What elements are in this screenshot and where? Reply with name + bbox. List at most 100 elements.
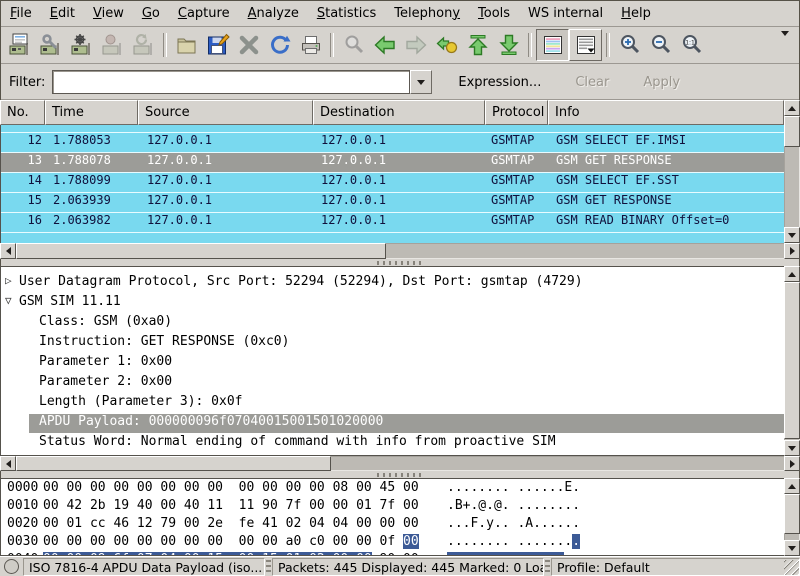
column-header-no[interactable]: No. [0, 100, 45, 125]
go-to-packet-icon[interactable] [431, 30, 462, 60]
go-to-top-icon[interactable] [462, 30, 493, 60]
scroll-thumb[interactable] [784, 116, 800, 147]
menu-edit[interactable]: Edit [41, 2, 84, 25]
statusbar-grip[interactable] [266, 560, 271, 574]
details-hscrollbar[interactable] [0, 456, 800, 471]
zoom-in-icon[interactable] [614, 30, 645, 60]
detail-line[interactable]: ▽GSM SIM 11.11 [1, 294, 784, 314]
print-icon[interactable] [295, 30, 326, 60]
clear-button[interactable]: Clear [567, 72, 617, 93]
capture-start-icon[interactable] [66, 30, 97, 60]
go-forward-icon[interactable] [400, 30, 431, 60]
menu-telephony[interactable]: Telephony [385, 2, 469, 25]
selected-ascii[interactable]: . [572, 534, 580, 549]
menu-statistics[interactable]: Statistics [308, 2, 385, 25]
packet-row[interactable]: 16 2.063982 127.0.0.1 127.0.0.1 GSMTAP G… [1, 213, 784, 233]
scroll-thumb[interactable] [16, 456, 331, 471]
save-file-icon[interactable] [202, 30, 233, 60]
scroll-left-button[interactable] [0, 456, 16, 471]
menu-ws-internal[interactable]: WS internal [519, 2, 612, 25]
detail-line[interactable]: Class: GSM (0xa0) [1, 314, 784, 334]
list-interfaces-icon[interactable] [4, 30, 35, 60]
scroll-up-button[interactable] [784, 266, 800, 282]
find-packet-icon[interactable] [338, 30, 369, 60]
column-header-info[interactable]: Info [548, 100, 784, 125]
hex-row[interactable]: 002000 01 cc 46 12 79 00 2e fe 41 02 04 … [1, 516, 784, 534]
scroll-down-button[interactable] [784, 227, 800, 243]
column-header-source[interactable]: Source [138, 100, 313, 125]
expert-info-icon[interactable] [4, 559, 19, 574]
scroll-up-button[interactable] [784, 100, 800, 116]
menu-view[interactable]: View [84, 2, 133, 25]
capture-restart-icon[interactable] [128, 30, 159, 60]
detail-line[interactable]: Parameter 2: 0x00 [1, 374, 784, 394]
pane-splitter[interactable] [0, 259, 800, 266]
packet-bytes-pane: 000000 00 00 00 00 00 00 00 00 00 00 00 … [0, 478, 784, 556]
hex-row[interactable]: 001000 42 2b 19 40 00 40 11 11 90 7f 00 … [1, 498, 784, 516]
detail-line[interactable]: Status Word: Normal ending of command wi… [1, 434, 784, 454]
detail-line[interactable]: Internet Protocol, Src: 127.0.0.1 (127.0… [1, 266, 784, 274]
statusbar-grip[interactable] [545, 560, 550, 574]
scroll-right-button[interactable] [784, 456, 800, 471]
menu-capture[interactable]: Capture [169, 2, 239, 25]
selected-byte[interactable]: 00 [403, 534, 419, 549]
packet-row-partial[interactable] [1, 233, 784, 243]
filter-input[interactable] [52, 70, 410, 94]
scroll-thumb[interactable] [784, 494, 800, 534]
packet-row-selected[interactable]: 13 1.788078 127.0.0.1 127.0.0.1 GSMTAP G… [1, 153, 784, 173]
scroll-down-button[interactable] [784, 440, 800, 456]
open-file-icon[interactable] [171, 30, 202, 60]
close-capture-icon[interactable] [233, 30, 264, 60]
scroll-up-button[interactable] [784, 478, 800, 494]
detail-line[interactable]: Parameter 1: 0x00 [1, 354, 784, 374]
scroll-down-button[interactable] [784, 540, 800, 556]
packet-row[interactable]: 11 1.788031 127.0.0.1 127.0.0.1 GSMTAP G… [1, 125, 784, 133]
reload-icon[interactable] [264, 30, 295, 60]
colorize-icon[interactable] [536, 29, 569, 61]
menu-help[interactable]: Help [612, 2, 660, 25]
packet-list-vscrollbar[interactable] [784, 100, 800, 243]
detail-line[interactable]: Length (Parameter 3): 0x0f [1, 394, 784, 414]
scroll-left-button[interactable] [0, 243, 16, 259]
expander-collapsed-icon[interactable]: ▷ [5, 274, 12, 287]
menu-go[interactable]: Go [133, 2, 169, 25]
hex-row[interactable]: 000000 00 00 00 00 00 00 00 00 00 00 00 … [1, 480, 784, 498]
packet-list-hscrollbar[interactable] [0, 243, 800, 259]
status-profile[interactable]: Profile: Default [551, 558, 800, 576]
packet-row[interactable]: 14 1.788099 127.0.0.1 127.0.0.1 GSMTAP G… [1, 173, 784, 193]
go-back-icon[interactable] [369, 30, 400, 60]
scroll-thumb[interactable] [16, 243, 386, 259]
window-resize-grip[interactable] [784, 560, 799, 575]
column-header-protocol[interactable]: Protocol [485, 100, 548, 125]
menu-file[interactable]: File [1, 2, 41, 25]
capture-stop-icon[interactable] [97, 30, 128, 60]
toolbar-overflow-caret-icon[interactable] [781, 36, 789, 55]
expander-expanded-icon[interactable]: ▽ [5, 294, 12, 307]
packet-row[interactable]: 15 2.063939 127.0.0.1 127.0.0.1 GSMTAP G… [1, 193, 784, 213]
detail-line[interactable]: Instruction: GET RESPONSE (0xc0) [1, 334, 784, 354]
menu-tools[interactable]: Tools [469, 2, 519, 25]
auto-scroll-icon[interactable] [569, 29, 602, 61]
svg-text:1:1: 1:1 [685, 39, 695, 46]
apply-button[interactable]: Apply [635, 72, 688, 93]
capture-options-icon[interactable] [35, 30, 66, 60]
zoom-original-icon[interactable]: 1:1 [676, 30, 707, 60]
detail-line-selected[interactable]: APDU Payload: 000000096f0704001500150102… [1, 414, 784, 434]
hex-row[interactable]: 003000 00 00 00 00 00 00 00 00 00 a0 c0 … [1, 534, 784, 552]
expression-button[interactable]: Expression... [450, 72, 549, 93]
bytes-vscrollbar[interactable] [784, 478, 800, 556]
filter-toolbar: Filter: Expression... Clear Apply [1, 65, 799, 100]
detail-line[interactable]: ▷User Datagram Protocol, Src Port: 52294… [1, 274, 784, 294]
zoom-out-icon[interactable] [645, 30, 676, 60]
go-to-bottom-icon[interactable] [493, 30, 524, 60]
scroll-right-button[interactable] [784, 243, 800, 259]
status-packet-counts: Packets: 445 Displayed: 445 Marked: 0 Lo… [272, 558, 544, 576]
filter-dropdown-button[interactable] [410, 70, 432, 94]
details-vscrollbar[interactable] [784, 266, 800, 456]
column-header-destination[interactable]: Destination [313, 100, 485, 125]
packet-row[interactable]: 12 1.788053 127.0.0.1 127.0.0.1 GSMTAP G… [1, 133, 784, 153]
menu-analyze[interactable]: Analyze [239, 2, 308, 25]
scroll-thumb[interactable] [784, 282, 800, 439]
pane-splitter[interactable] [0, 471, 800, 478]
column-header-time[interactable]: Time [45, 100, 138, 125]
